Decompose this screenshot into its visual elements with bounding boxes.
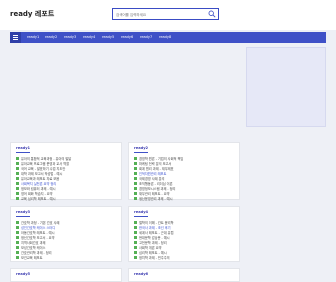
bullet-icon — [134, 256, 137, 259]
bullet-icon — [16, 236, 19, 239]
card-list: 유아의 통합적 교육과정 - 유아의 발달 유아교육 프로그램 운영과 교사 역할… — [16, 156, 118, 201]
bullet-icon — [16, 192, 19, 195]
bullet-icon — [16, 251, 19, 254]
card-title[interactable]: ready2 — [134, 146, 148, 150]
bullet-icon — [134, 172, 137, 175]
nav-item-ready3[interactable]: ready3 — [64, 35, 76, 39]
list-item[interactable]: 보건교육 레포트 — [16, 255, 118, 260]
bullet-icon — [16, 246, 19, 249]
bullet-icon — [16, 182, 19, 185]
card-title[interactable]: ready6 — [134, 272, 148, 276]
bullet-icon — [16, 256, 19, 259]
nav-item-ready8[interactable]: ready8 — [159, 35, 171, 39]
search-input[interactable] — [116, 10, 202, 19]
card-title-underline — [134, 216, 148, 217]
bullet-icon — [134, 241, 137, 244]
bullet-icon — [16, 226, 19, 229]
nav-item-ready7[interactable]: ready7 — [140, 35, 152, 39]
nav-item-ready2[interactable]: ready2 — [45, 35, 57, 39]
card-title-underline — [16, 216, 30, 217]
bullet-icon — [134, 226, 137, 229]
card-title[interactable]: ready4 — [134, 210, 148, 214]
list-item[interactable]: 정치학 과제 - 민주주의 — [134, 255, 236, 260]
list-item[interactable]: 생산운영관리 과제 - 예시 — [134, 196, 236, 201]
list-item-label[interactable]: 보건교육 레포트 — [21, 255, 43, 260]
bullet-icon — [134, 182, 137, 185]
top-bar: ready 레포트 — [0, 0, 336, 30]
nav-item-ready4[interactable]: ready4 — [83, 35, 95, 39]
card-title[interactable]: ready3 — [16, 210, 30, 214]
main-nav: ready1 ready2 ready3 ready4 ready5 ready… — [10, 32, 326, 43]
bullet-icon — [134, 167, 137, 170]
bullet-icon — [134, 162, 137, 165]
bullet-icon — [16, 221, 19, 224]
bullet-icon — [16, 197, 19, 200]
category-card: ready1 유아의 통합적 교육과정 - 유아의 발달 유아교육 프로그램 운영… — [10, 142, 122, 201]
list-item[interactable]: 교육 심리학 레포트 - 예시 — [16, 196, 118, 201]
category-card: ready4 철학의 이해 - 칸트 윤리학 한국사 과제 - 조선 후기 세계사 … — [128, 206, 240, 262]
ad-banner[interactable] — [246, 47, 326, 127]
nav-item-ready5[interactable]: ready5 — [102, 35, 114, 39]
menu-icon[interactable] — [10, 32, 21, 43]
card-list: 철학의 이해 - 칸트 윤리학 한국사 과제 - 조선 후기 세계사 레포트 - 근… — [134, 220, 236, 260]
card-title[interactable]: ready1 — [16, 146, 30, 150]
list-item-label[interactable]: 정치학 과제 - 민주주의 — [139, 255, 170, 260]
bullet-icon — [16, 241, 19, 244]
search-icon[interactable] — [208, 10, 216, 18]
bullet-icon — [134, 197, 137, 200]
bullet-icon — [134, 246, 137, 249]
list-item-label[interactable]: 생산운영관리 과제 - 예시 — [139, 196, 173, 201]
bullet-icon — [16, 177, 19, 180]
bullet-icon — [134, 221, 137, 224]
bullet-icon — [134, 236, 137, 239]
card-list: 간호학 과정 - 기본 간호 사례 성인간호학 케이스 스터디 아동간호학 레포트 … — [16, 220, 118, 260]
search-box[interactable] — [112, 8, 219, 20]
category-card: ready3 간호학 과정 - 기본 간호 사례 성인간호학 케이스 스터디 아동간… — [10, 206, 122, 262]
bullet-icon — [16, 167, 19, 170]
bullet-icon — [16, 187, 19, 190]
card-list: 경영학 원론 - 기업의 사회적 책임 마케팅 전략 분석 보고서 회계 원리 과제… — [134, 156, 236, 201]
bullet-icon — [134, 192, 137, 195]
bullet-icon — [134, 251, 137, 254]
bullet-icon — [16, 157, 19, 160]
bullet-icon — [134, 157, 137, 160]
card-title[interactable]: ready5 — [16, 272, 30, 276]
nav-item-ready1[interactable]: ready1 — [27, 35, 39, 39]
bullet-icon — [16, 231, 19, 234]
bullet-icon — [134, 187, 137, 190]
card-title-underline — [16, 152, 30, 153]
bullet-icon — [16, 162, 19, 165]
bullet-icon — [134, 231, 137, 234]
nav-item-ready6[interactable]: ready6 — [121, 35, 133, 39]
card-title-underline — [134, 152, 148, 153]
list-item-label[interactable]: 교육 심리학 레포트 - 예시 — [21, 196, 56, 201]
site-logo[interactable]: ready 레포트 — [10, 9, 54, 19]
category-card: ready2 경영학 원론 - 기업의 사회적 책임 마케팅 전략 분석 보고서 회… — [128, 142, 240, 201]
bullet-icon — [16, 172, 19, 175]
bullet-icon — [134, 177, 137, 180]
